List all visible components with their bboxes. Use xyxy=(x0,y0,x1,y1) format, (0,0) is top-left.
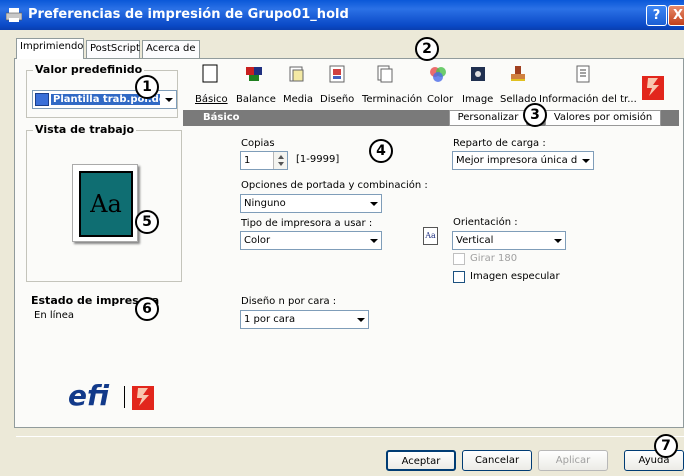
orientation-label: Orientación : xyxy=(453,217,518,228)
title-bar: Preferencias de impresión de Grupo01_hol… xyxy=(0,0,684,30)
printer-icon xyxy=(6,8,22,22)
balance-icon[interactable] xyxy=(244,64,264,84)
callout-badge-3: 3 xyxy=(523,103,547,127)
preset-icon xyxy=(35,93,49,106)
chevron-down-icon xyxy=(160,91,176,108)
preview-label: Vista de trabajo xyxy=(33,123,137,136)
title-close-button[interactable]: X xyxy=(668,5,684,26)
accept-button[interactable]: Aceptar xyxy=(386,450,456,471)
copies-spinner[interactable] xyxy=(273,152,287,169)
personalize-button[interactable]: Personalizar xyxy=(449,110,527,126)
toolbar-color[interactable]: Color xyxy=(427,94,453,105)
load-balance-value: Mejor impresora única disp xyxy=(456,155,592,166)
image-icon[interactable] xyxy=(468,64,488,84)
callout-badge-7: 7 xyxy=(654,434,678,458)
tab-imprimiendo[interactable]: Imprimiendo xyxy=(16,38,84,59)
apply-button[interactable]: Aplicar xyxy=(538,450,608,471)
chevron-down-icon xyxy=(365,195,381,212)
preset-label: Valor predefinido xyxy=(33,63,145,76)
mirror-label: Imagen especular xyxy=(470,271,560,282)
copies-range: [1-9999] xyxy=(296,154,340,165)
preview-page: Aa xyxy=(72,164,138,242)
toolbar-terminacion[interactable]: Terminación xyxy=(362,94,422,105)
printer-type-select[interactable]: Color xyxy=(240,231,382,250)
basico-icon[interactable] xyxy=(200,64,220,84)
toolbar-image[interactable]: Image xyxy=(462,94,493,105)
toolbar-basico[interactable]: Básico xyxy=(195,94,228,105)
media-icon[interactable] xyxy=(287,64,307,84)
rotate-checkbox[interactable] xyxy=(453,253,465,265)
callout-badge-4: 4 xyxy=(369,139,393,163)
load-balance-label: Reparto de carga : xyxy=(453,138,546,149)
informacion-icon[interactable] xyxy=(573,64,593,84)
spin-arrows-icon xyxy=(278,155,284,166)
chevron-down-icon xyxy=(549,232,565,249)
status-value: En línea xyxy=(34,310,75,321)
orientation-value: Vertical xyxy=(456,235,494,246)
callout-badge-1: 1 xyxy=(135,75,159,99)
fiery-bolt-icon xyxy=(137,388,149,406)
callout-badge-2: 2 xyxy=(415,37,439,61)
tab-postscript[interactable]: PostScript xyxy=(86,40,140,58)
defaults-button[interactable]: Valores por omisión xyxy=(545,110,661,126)
copies-value: 1 xyxy=(244,155,251,166)
nup-value: 1 por cara xyxy=(244,314,296,325)
title-help-button[interactable]: ? xyxy=(646,5,667,26)
orientation-icon: Aa xyxy=(423,227,438,245)
color-icon[interactable] xyxy=(428,64,448,84)
printer-type-label: Tipo de impresora a usar : xyxy=(241,218,373,229)
window-title: Preferencias de impresión de Grupo01_hol… xyxy=(28,7,349,22)
fiery-toolbar-logo xyxy=(642,76,664,100)
callout-badge-5: 5 xyxy=(135,210,159,234)
copies-input[interactable]: 1 xyxy=(240,151,288,170)
efi-logo: efi xyxy=(68,379,110,412)
cover-value: Ninguno xyxy=(244,198,286,209)
logo-divider xyxy=(124,386,125,408)
tab-acerca-de[interactable]: Acerca de xyxy=(142,40,200,58)
chevron-down-icon xyxy=(365,232,381,249)
orientation-select[interactable]: Vertical xyxy=(452,231,566,250)
chevron-down-icon xyxy=(352,311,368,328)
toolbar-balance[interactable]: Balance xyxy=(236,94,276,105)
mirror-checkbox[interactable] xyxy=(453,271,465,283)
fiery-bolt-icon xyxy=(647,78,659,96)
toolbar-informacion[interactable]: Información del tr... xyxy=(539,94,637,105)
toolbar-diseno[interactable]: Diseño xyxy=(320,94,354,105)
preview-sample: Aa xyxy=(79,171,133,237)
fiery-logo xyxy=(132,386,154,410)
load-balance-select[interactable]: Mejor impresora única disp xyxy=(452,151,594,170)
chevron-down-icon xyxy=(577,152,593,169)
cancel-button[interactable]: Cancelar xyxy=(462,450,532,471)
nup-label: Diseño n por cara : xyxy=(241,296,337,307)
nup-select[interactable]: 1 por cara xyxy=(240,310,369,329)
diseno-icon[interactable] xyxy=(327,64,347,84)
sellado-icon[interactable] xyxy=(508,64,528,84)
cover-label: Opciones de portada y combinación : xyxy=(241,180,428,191)
rotate-label: Girar 180 xyxy=(470,253,518,264)
bottom-divider xyxy=(16,436,684,437)
callout-badge-6: 6 xyxy=(135,297,159,321)
cover-select[interactable]: Ninguno xyxy=(240,194,382,213)
copies-label: Copias xyxy=(241,138,275,149)
terminacion-icon[interactable] xyxy=(375,64,395,84)
printer-type-value: Color xyxy=(244,235,271,246)
toolbar-media[interactable]: Media xyxy=(283,94,313,105)
